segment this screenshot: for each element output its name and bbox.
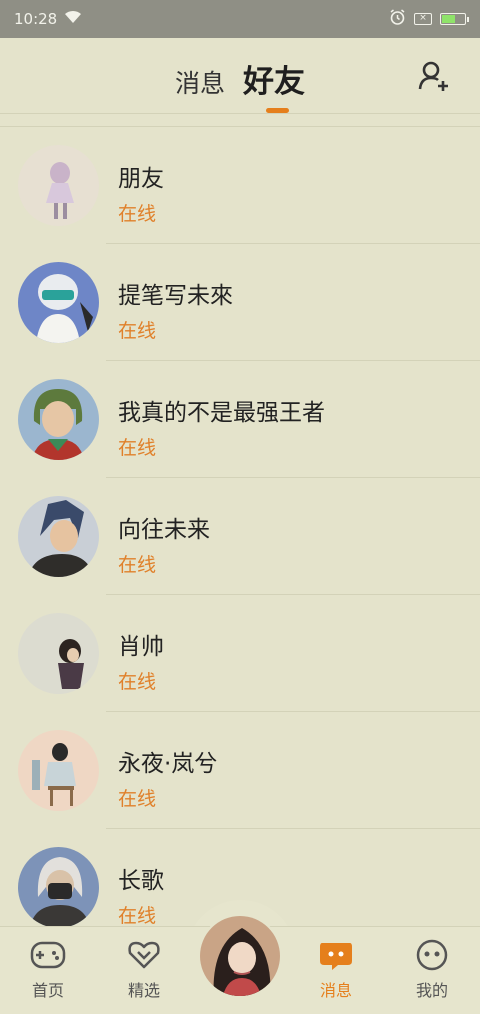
friend-item[interactable]: 朋友 在线 bbox=[0, 127, 480, 244]
friend-status: 在线 bbox=[118, 905, 157, 927]
wifi-icon bbox=[63, 10, 83, 28]
heart-chevron-icon bbox=[128, 941, 160, 969]
friend-item[interactable]: 肖帅 在线 bbox=[0, 595, 480, 712]
active-tab-indicator bbox=[266, 108, 289, 113]
battery-icon bbox=[440, 13, 469, 25]
friend-list: 朋友 在线 提笔写未來 在线 我真的不是最强王者 在线 向往未来 在线 肖帅 在… bbox=[0, 126, 480, 946]
chat-bubble-icon bbox=[320, 943, 352, 970]
nav-label: 首页 bbox=[31, 981, 64, 1000]
header: 消息 好友 bbox=[0, 38, 480, 114]
nav-me[interactable]: 我的 bbox=[384, 927, 480, 1014]
avatar[interactable] bbox=[18, 145, 99, 226]
gamepad-icon bbox=[30, 941, 66, 969]
tab-messages[interactable]: 消息 bbox=[175, 64, 225, 100]
nav-featured[interactable]: 精选 bbox=[96, 927, 192, 1014]
user-avatar bbox=[200, 916, 280, 996]
friend-name: 提笔写未來 bbox=[118, 283, 233, 309]
tab-friends[interactable]: 好友 bbox=[243, 56, 305, 101]
friend-name: 向往未来 bbox=[118, 517, 210, 543]
status-time: 10:28 bbox=[14, 10, 58, 28]
face-icon bbox=[416, 939, 448, 971]
friend-item[interactable]: 提笔写未來 在线 bbox=[0, 244, 480, 361]
alarm-icon bbox=[389, 8, 406, 30]
sim-icon: × bbox=[414, 13, 432, 25]
nav-label: 精选 bbox=[127, 981, 160, 1000]
avatar[interactable] bbox=[18, 730, 99, 811]
add-friend-icon bbox=[418, 61, 448, 91]
nav-messages[interactable]: 消息 bbox=[288, 927, 384, 1014]
avatar[interactable] bbox=[18, 262, 99, 343]
friend-status: 在线 bbox=[118, 671, 157, 693]
friend-name: 长歌 bbox=[118, 868, 164, 894]
friend-name: 永夜·岚兮 bbox=[118, 751, 218, 777]
friend-status: 在线 bbox=[118, 320, 157, 342]
nav-home[interactable]: 首页 bbox=[0, 927, 96, 1014]
nav-label: 消息 bbox=[319, 981, 352, 1000]
avatar[interactable] bbox=[18, 613, 99, 694]
friend-name: 朋友 bbox=[118, 166, 164, 192]
friend-name: 我真的不是最强王者 bbox=[118, 400, 325, 426]
avatar[interactable] bbox=[18, 496, 99, 577]
friend-name: 肖帅 bbox=[118, 634, 164, 660]
status-bar: 10:28 × bbox=[0, 0, 480, 38]
avatar[interactable] bbox=[18, 847, 99, 928]
friend-item[interactable]: 永夜·岚兮 在线 bbox=[0, 712, 480, 829]
friend-item[interactable]: 我真的不是最强王者 在线 bbox=[0, 361, 480, 478]
friend-status: 在线 bbox=[118, 437, 157, 459]
friend-status: 在线 bbox=[118, 788, 157, 810]
friend-status: 在线 bbox=[118, 554, 157, 576]
tab-bar: 消息 好友 bbox=[0, 56, 480, 101]
friend-status: 在线 bbox=[118, 203, 157, 225]
center-avatar-button[interactable] bbox=[198, 914, 282, 998]
add-friend-button[interactable] bbox=[416, 58, 452, 94]
avatar[interactable] bbox=[18, 379, 99, 460]
friend-item[interactable]: 向往未来 在线 bbox=[0, 478, 480, 595]
nav-label: 我的 bbox=[415, 981, 448, 1000]
